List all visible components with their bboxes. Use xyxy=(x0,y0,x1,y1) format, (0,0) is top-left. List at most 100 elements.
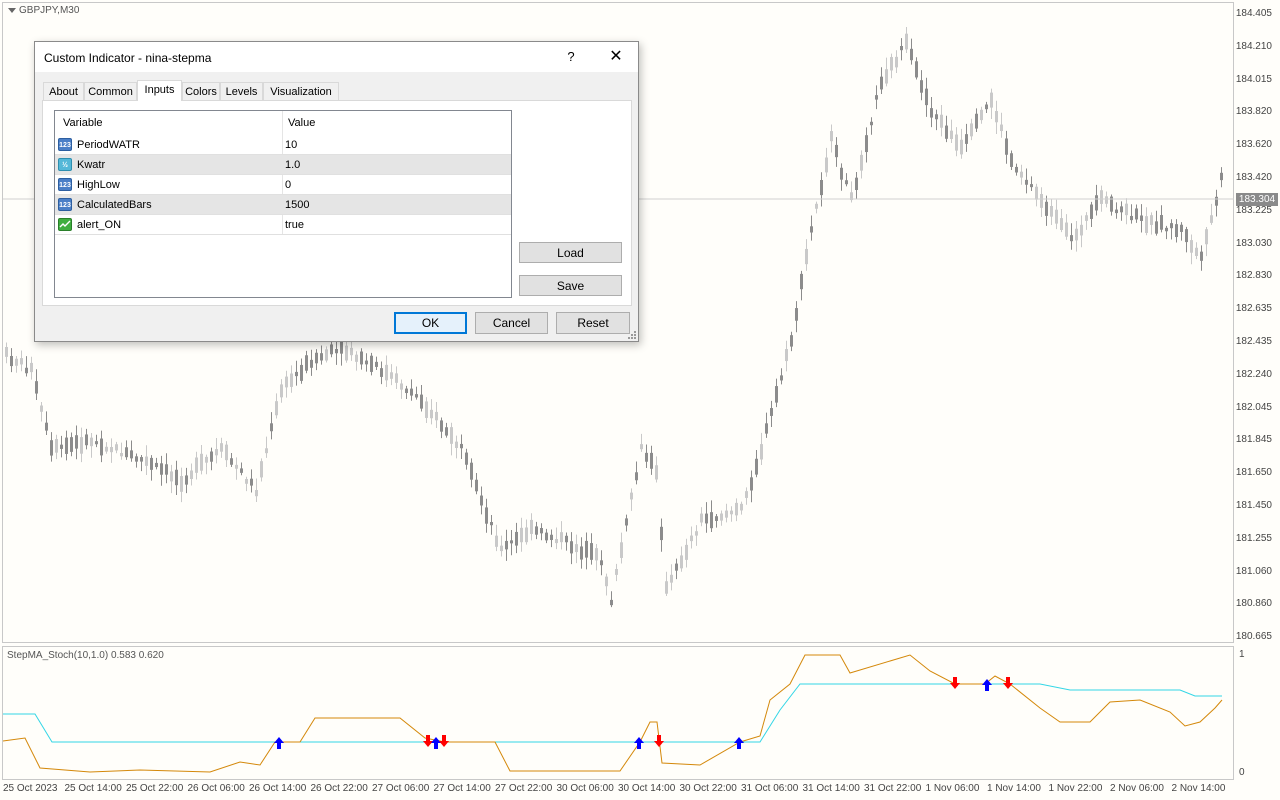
candle-body xyxy=(1090,204,1093,219)
candle-body xyxy=(445,427,448,436)
candle-body xyxy=(1215,196,1218,206)
candle-body xyxy=(1120,206,1123,213)
candle-body xyxy=(750,477,753,491)
candle-body xyxy=(820,180,823,196)
candle-body xyxy=(1100,190,1103,204)
candle-body xyxy=(955,134,958,151)
candle-body xyxy=(100,438,103,456)
candle-body xyxy=(865,135,868,153)
tab-inputs[interactable]: Inputs xyxy=(137,80,182,101)
close-button[interactable]: ✕ xyxy=(601,46,631,68)
time-axis-label: 2 Nov 14:00 xyxy=(1171,783,1226,794)
variable-value[interactable]: 10 xyxy=(285,139,297,151)
candle-body xyxy=(140,457,143,462)
table-row[interactable]: 123 CalculatedBars 1500 xyxy=(55,195,511,215)
ok-button[interactable]: OK xyxy=(394,312,467,334)
table-row[interactable]: ½ Kwatr 1.0 xyxy=(55,155,511,175)
candle-body xyxy=(575,544,578,553)
candle-body xyxy=(725,510,728,518)
candle-body xyxy=(1160,215,1163,230)
candle-body xyxy=(260,461,263,478)
tab-visualization[interactable]: Visualization xyxy=(263,82,339,100)
candle-body xyxy=(605,576,608,587)
variable-value[interactable]: true xyxy=(285,219,304,231)
buy-arrow-icon xyxy=(734,737,744,749)
price-scale-label: 184.210 xyxy=(1235,40,1272,52)
candle-body xyxy=(370,355,373,372)
help-button[interactable]: ? xyxy=(561,47,581,67)
variable-value[interactable]: 0 xyxy=(285,179,291,191)
indicator-scale-bottom: 0 xyxy=(1239,767,1245,778)
inputs-grid[interactable]: Variable Value 123 PeriodWATR 10 ½ Kwatr… xyxy=(54,110,512,298)
candle-body xyxy=(760,444,763,460)
candle-body xyxy=(910,48,913,61)
candle-body xyxy=(165,464,168,475)
candle-body xyxy=(935,114,938,120)
time-axis-label: 25 Oct 2023 xyxy=(3,783,58,794)
candle-body xyxy=(635,472,638,481)
candle-body xyxy=(980,109,983,121)
candle-body xyxy=(420,394,423,409)
time-axis-label: 1 Nov 22:00 xyxy=(1048,783,1103,794)
candle-body xyxy=(515,531,518,546)
price-scale-label: 181.845 xyxy=(1235,434,1272,446)
candle-body xyxy=(645,452,648,462)
candle-body xyxy=(365,360,368,365)
grid-header: Variable Value xyxy=(55,111,511,135)
candle-body xyxy=(930,108,933,118)
candle-body xyxy=(325,349,328,361)
candle-body xyxy=(150,457,153,470)
candle-body xyxy=(1025,179,1028,185)
candle-body xyxy=(745,491,748,498)
candle-body xyxy=(255,489,258,497)
candle-body xyxy=(120,452,123,457)
candle-body xyxy=(905,33,908,50)
price-scale-label: 182.830 xyxy=(1235,270,1272,282)
candle-body xyxy=(480,495,483,506)
candle-body xyxy=(715,516,718,521)
candle-body xyxy=(285,376,288,388)
candle-body xyxy=(310,359,313,368)
load-button[interactable]: Load xyxy=(519,242,622,263)
save-button[interactable]: Save xyxy=(519,275,622,296)
variable-value[interactable]: 1.0 xyxy=(285,159,300,171)
table-row[interactable]: alert_ON true xyxy=(55,215,511,235)
sell-arrow-icon xyxy=(1003,677,1013,689)
candle-body xyxy=(1095,195,1098,211)
dialog-titlebar[interactable]: Custom Indicator - nina-stepma ? ✕ xyxy=(35,42,638,72)
candle-body xyxy=(1200,251,1203,261)
candle-body xyxy=(385,364,388,381)
symbol-text: GBPJPY,M30 xyxy=(19,5,80,16)
tab-about[interactable]: About xyxy=(43,82,84,100)
resize-grip-icon[interactable] xyxy=(628,331,636,339)
tab-common[interactable]: Common xyxy=(84,82,137,100)
column-header-value[interactable]: Value xyxy=(288,117,315,129)
variable-value[interactable]: 1500 xyxy=(285,199,309,211)
column-header-variable[interactable]: Variable xyxy=(63,117,103,129)
candle-body xyxy=(130,450,133,459)
tab-colors[interactable]: Colors xyxy=(182,82,220,100)
candle-body xyxy=(465,452,468,465)
candle-body xyxy=(560,532,563,543)
candle-body xyxy=(555,539,558,544)
table-row[interactable]: 123 HighLow 0 xyxy=(55,175,511,195)
candle-body xyxy=(995,111,998,123)
candle-body xyxy=(405,388,408,394)
candle-body xyxy=(805,248,808,265)
candle-body xyxy=(45,422,48,431)
candle-body xyxy=(550,534,553,541)
candle-body xyxy=(775,386,778,403)
dropdown-triangle-icon xyxy=(8,7,16,13)
time-axis-label: 30 Oct 14:00 xyxy=(618,783,676,794)
sell-arrow-icon xyxy=(950,677,960,689)
table-row[interactable]: 123 PeriodWATR 10 xyxy=(55,135,511,155)
candle-body xyxy=(1180,224,1183,232)
candle-body xyxy=(455,441,458,448)
candle-body xyxy=(1155,221,1158,234)
reset-button[interactable]: Reset xyxy=(556,312,630,334)
tab-levels[interactable]: Levels xyxy=(220,82,263,100)
time-axis-label: 31 Oct 22:00 xyxy=(864,783,922,794)
double-icon: ½ xyxy=(58,158,72,171)
time-axis-label: 30 Oct 06:00 xyxy=(556,783,614,794)
cancel-button[interactable]: Cancel xyxy=(475,312,548,334)
